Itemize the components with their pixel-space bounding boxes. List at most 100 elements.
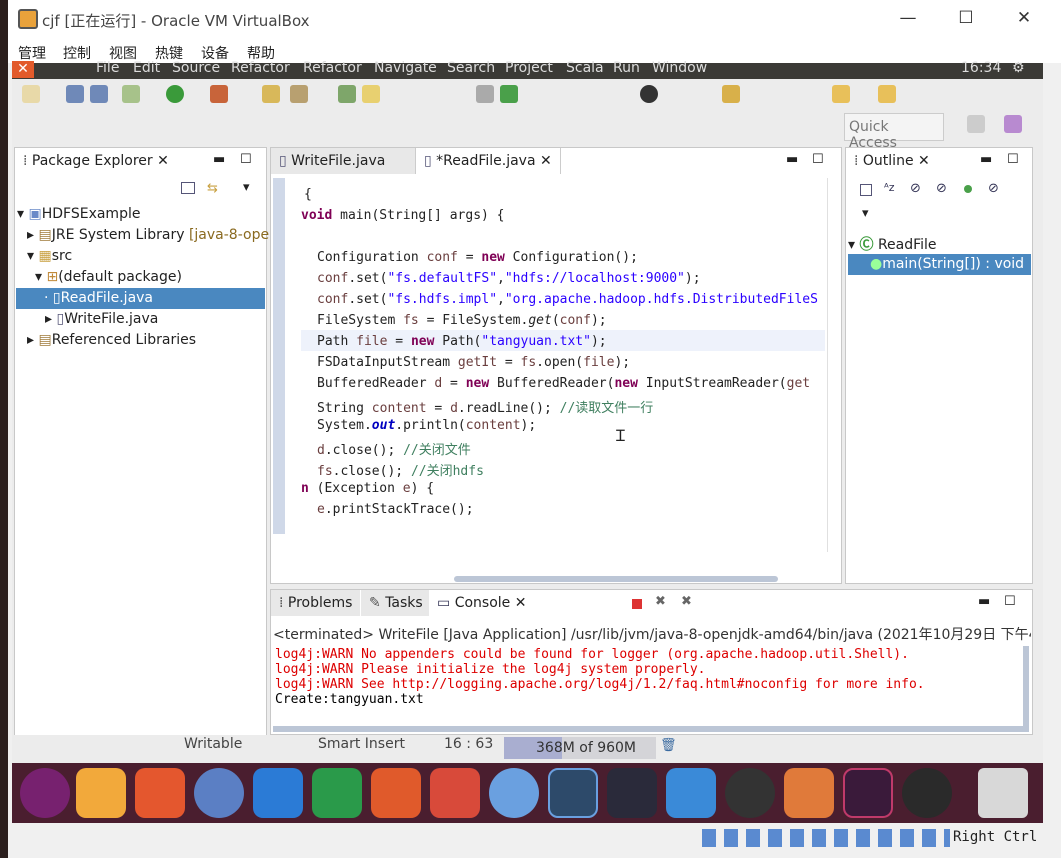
remove-launch-icon[interactable]: ✖ <box>655 594 666 609</box>
show-whitespace-icon[interactable] <box>500 85 518 103</box>
debug-icon[interactable] <box>122 85 140 103</box>
tree-item-writefile[interactable]: ▸ ▯WriteFile.java <box>45 311 158 327</box>
minimize-view-icon[interactable]: ▬ <box>978 594 990 609</box>
tree-arrow[interactable]: ▸ <box>45 311 52 327</box>
view-menu-icon[interactable]: ▾ <box>862 206 869 221</box>
kylin-assistant-icon[interactable] <box>843 768 893 818</box>
guest-menu-refactor-2[interactable]: Refactor <box>303 60 362 76</box>
tree-arrow[interactable]: ▾ <box>27 248 34 264</box>
close-button[interactable]: ✕ <box>1011 8 1037 28</box>
tree-arrow[interactable]: ▸ <box>27 332 34 348</box>
hide-nonpublic-icon[interactable] <box>964 185 972 193</box>
quick-access-field[interactable]: Quick Access <box>844 113 944 151</box>
guest-menu-run[interactable]: Run <box>613 60 640 76</box>
tree-item-default-package[interactable]: ▾ ⊞(default package) <box>35 269 182 285</box>
tree-item-referenced-libraries[interactable]: ▸ ▤Referenced Libraries <box>27 332 196 348</box>
tree-item-jre[interactable]: ▸ ▤JRE System Library [java-8-oper <box>27 227 275 243</box>
maximize-button[interactable]: ☐ <box>953 8 979 28</box>
java-perspective-icon[interactable] <box>1004 115 1022 133</box>
link-editor-icon[interactable]: ⇆ <box>207 181 218 196</box>
block-selection-icon[interactable] <box>476 85 494 103</box>
terminate-icon[interactable] <box>632 599 642 609</box>
terminal-icon[interactable] <box>607 768 657 818</box>
package-explorer-tab[interactable]: ⁞ Package Explorer ✕ <box>15 148 177 174</box>
remove-all-icon[interactable]: ✖ <box>681 594 692 609</box>
files-icon[interactable] <box>76 768 126 818</box>
tree-arrow[interactable]: ▾ <box>35 269 42 285</box>
console-tab[interactable]: ▭ Console ✕ <box>429 590 535 616</box>
save-icon[interactable] <box>66 85 84 103</box>
guest-menu-source[interactable]: Source <box>172 60 220 76</box>
tasks-tab[interactable]: ✎ Tasks <box>361 590 431 616</box>
tree-arrow[interactable]: · <box>44 290 48 306</box>
chromium-icon[interactable] <box>194 768 244 818</box>
editor-hscrollbar[interactable] <box>454 576 778 582</box>
collapse-all-icon[interactable] <box>860 184 872 196</box>
music-player-icon[interactable] <box>902 768 952 818</box>
software-boutique-icon[interactable] <box>489 768 539 818</box>
remote-icon[interactable] <box>548 768 598 818</box>
wps-writer-icon[interactable] <box>253 768 303 818</box>
save-all-icon[interactable] <box>90 85 108 103</box>
hide-fields-icon[interactable]: ⊘ <box>910 181 921 196</box>
toggle-mark-icon[interactable] <box>362 85 380 103</box>
new-icon[interactable] <box>22 85 40 103</box>
guest-menu-file[interactable]: File <box>96 60 119 76</box>
minimize-view-icon[interactable]: ▬ <box>786 152 798 167</box>
multitask-icon[interactable] <box>666 768 716 818</box>
search-icon[interactable] <box>290 85 308 103</box>
tree-item-readfile[interactable]: · ▯ReadFile.java <box>16 288 265 309</box>
maximize-view-icon[interactable]: ☐ <box>1004 594 1016 609</box>
wps-spreadsheet-icon[interactable] <box>312 768 362 818</box>
external-tools-icon[interactable] <box>210 85 228 103</box>
guest-close-icon[interactable]: ✕ <box>12 61 34 78</box>
console-hscrollbar[interactable] <box>273 726 1029 732</box>
editor-tab-readfile[interactable]: ▯ *ReadFile.java ✕ <box>415 148 561 174</box>
console-vscrollbar[interactable] <box>1023 646 1029 726</box>
minimize-view-icon[interactable]: ▬ <box>213 152 225 167</box>
guest-menu-edit[interactable]: Edit <box>133 60 160 76</box>
heap-status-bar[interactable]: 368M of 960M <box>504 737 656 759</box>
outline-class[interactable]: ▾ Ⓒ ReadFile <box>848 234 937 254</box>
software-center-icon[interactable] <box>784 768 834 818</box>
ubuntu-icon[interactable] <box>20 768 70 818</box>
hide-static-icon[interactable]: ⊘ <box>936 181 947 196</box>
outline-tab[interactable]: ⁞ Outline ✕ <box>846 148 938 174</box>
editor-tab-writefile[interactable]: ▯ WriteFile.java <box>271 148 415 174</box>
sort-icon[interactable]: ᴬz <box>884 181 895 194</box>
guest-menu-scala[interactable]: Scala <box>566 60 604 76</box>
menu-control[interactable]: 控制 <box>63 43 91 63</box>
problems-tab[interactable]: ⁞ Problems <box>271 590 361 616</box>
view-menu-icon[interactable]: ▾ <box>243 180 250 195</box>
guest-menu-refactor[interactable]: Refactor <box>231 60 290 76</box>
maximize-view-icon[interactable]: ☐ <box>240 152 252 167</box>
tree-item-src[interactable]: ▾ ▦src <box>27 248 72 264</box>
forward-icon[interactable] <box>878 85 896 103</box>
garbage-collect-icon[interactable]: 🗑 <box>660 738 677 753</box>
wps-presentation-icon[interactable] <box>371 768 421 818</box>
pin-editor-icon[interactable] <box>640 85 658 103</box>
minimize-button[interactable]: — <box>895 8 921 28</box>
guest-menu-project[interactable]: Project <box>505 60 553 76</box>
tree-arrow[interactable]: ▾ <box>17 206 24 222</box>
trash-icon[interactable] <box>978 768 1028 818</box>
menu-manage[interactable]: 管理 <box>18 43 46 63</box>
outline-method[interactable]: ●main(String[]) : void <box>848 254 1031 275</box>
minimize-view-icon[interactable]: ▬ <box>980 152 992 167</box>
guest-menu-window[interactable]: Window <box>652 60 707 76</box>
maximize-view-icon[interactable]: ☐ <box>1007 152 1019 167</box>
settings-gear-icon[interactable]: ⚙ <box>1012 60 1025 76</box>
open-type-icon[interactable] <box>262 85 280 103</box>
open-perspective-icon[interactable] <box>967 115 985 133</box>
tree-item-project[interactable]: ▾ ▣HDFSExample <box>17 206 140 222</box>
ubuntu-kylin-icon[interactable] <box>430 768 480 818</box>
maximize-view-icon[interactable]: ☐ <box>812 152 824 167</box>
next-annotation-icon[interactable] <box>338 85 356 103</box>
back-icon[interactable] <box>832 85 850 103</box>
firefox-icon[interactable] <box>135 768 185 818</box>
collapse-all-icon[interactable] <box>181 182 195 194</box>
hide-local-types-icon[interactable]: ⊘ <box>988 181 999 196</box>
guest-menu-navigate[interactable]: Navigate <box>374 60 437 76</box>
guest-menu-search[interactable]: Search <box>447 60 495 76</box>
qq-icon[interactable] <box>725 768 775 818</box>
